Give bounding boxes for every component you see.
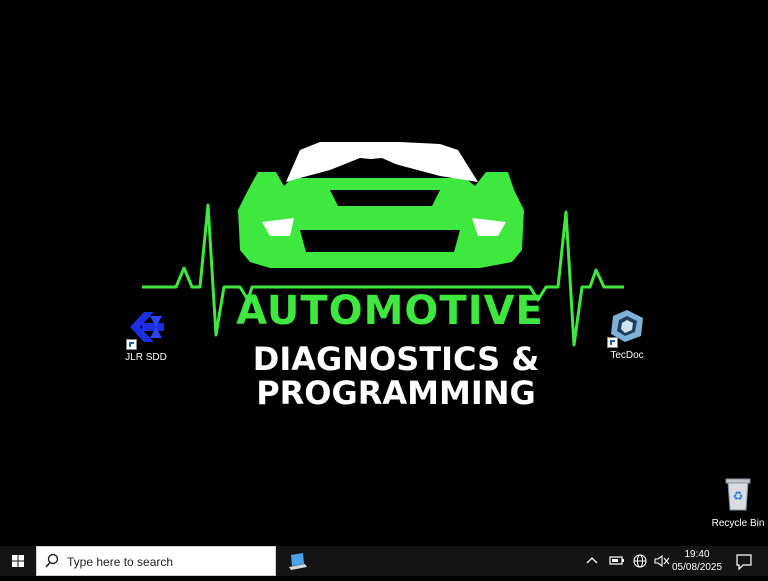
network-status-button[interactable] xyxy=(630,546,650,576)
clock-time: 19:40 xyxy=(684,549,710,560)
wallpaper-logo-graphic xyxy=(142,142,624,347)
jlr-sdd-icon xyxy=(126,310,166,350)
desktop-icon-label: Recycle Bin xyxy=(711,518,765,529)
desktop-icon-tecdoc[interactable]: TecDoc xyxy=(592,308,662,361)
desktop: AUTOMOTIVE DIAGNOSTICS & PROGRAMMING JLR… xyxy=(0,0,768,546)
clock-date: 05/08/2025 xyxy=(672,562,723,573)
recycle-bin-icon: ♻ xyxy=(718,476,758,516)
desktop-icon-label: JLR SDD xyxy=(125,352,167,363)
notification-center-button[interactable] xyxy=(732,546,756,576)
windows-logo-icon xyxy=(12,555,24,567)
start-button[interactable] xyxy=(0,546,36,576)
wallpaper-subtitle-2: PROGRAMMING xyxy=(256,374,536,412)
notification-icon xyxy=(736,554,752,571)
taskbar: Type here to search 19:40 05/08/2025 xyxy=(0,546,768,576)
desktop-icon-jlr-sdd[interactable]: JLR SDD xyxy=(111,310,181,363)
taskbar-search-box[interactable]: Type here to search xyxy=(36,546,276,576)
taskbar-pinned-app[interactable] xyxy=(282,546,312,576)
tecdoc-icon xyxy=(607,308,647,348)
battery-status-button[interactable] xyxy=(606,546,626,576)
shortcut-arrow-icon xyxy=(126,339,137,350)
laptop-app-icon xyxy=(289,553,307,570)
globe-network-icon xyxy=(633,554,647,568)
volume-button[interactable] xyxy=(652,546,672,576)
desktop-icon-recycle-bin[interactable]: ♻ Recycle Bin xyxy=(703,476,768,529)
battery-icon xyxy=(609,556,624,565)
desktop-icon-label: TecDoc xyxy=(610,350,644,361)
car-hood xyxy=(330,190,440,206)
wallpaper: AUTOMOTIVE DIAGNOSTICS & PROGRAMMING xyxy=(0,0,768,546)
taskbar-clock[interactable]: 19:40 05/08/2025 xyxy=(672,548,722,574)
search-placeholder: Type here to search xyxy=(67,555,174,569)
speaker-muted-icon xyxy=(654,554,670,568)
car-grille xyxy=(300,230,460,252)
show-hidden-icons-button[interactable] xyxy=(584,546,600,576)
svg-text:♻: ♻ xyxy=(733,489,744,503)
search-icon xyxy=(45,553,59,568)
shortcut-arrow-icon xyxy=(607,337,618,348)
chevron-up-icon xyxy=(586,557,598,564)
